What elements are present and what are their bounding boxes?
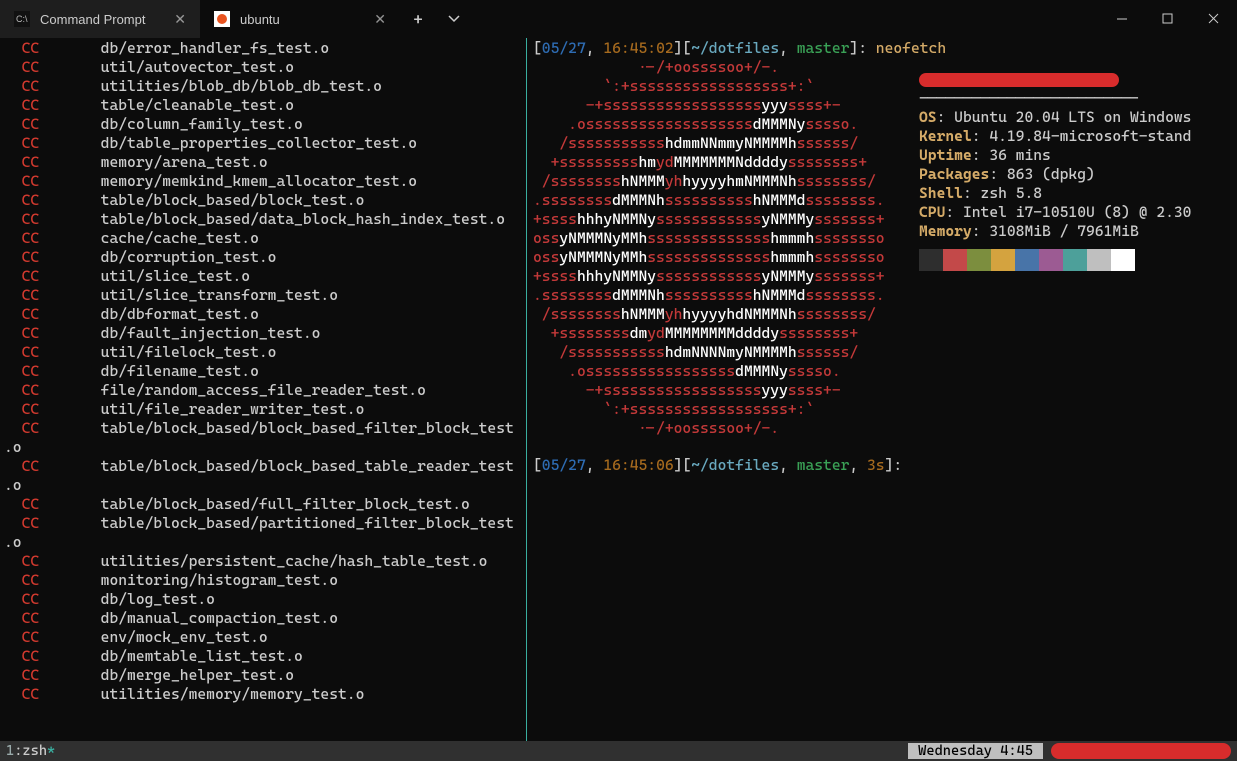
build-line: CC table/block_based/block_test.o <box>4 191 522 210</box>
build-line: CC db/table_properties_collector_test.o <box>4 134 522 153</box>
minimize-button[interactable] <box>1099 0 1145 38</box>
build-line: CC util/autovector_test.o <box>4 58 522 77</box>
build-line: CC env/mock_env_test.o <box>4 628 522 647</box>
tab-ubuntu[interactable]: ubuntu ✕ <box>200 0 400 38</box>
build-line: .o <box>4 533 522 552</box>
ubuntu-ascii-logo: .-/+oossssoo+/-. `:+ssssssssssssssssss+:… <box>533 58 885 438</box>
build-line: CC util/slice_test.o <box>4 267 522 286</box>
ubuntu-icon <box>214 11 230 27</box>
close-button[interactable] <box>1191 0 1237 38</box>
tab-label: Command Prompt <box>40 12 145 27</box>
tab-command-prompt[interactable]: C:\ Command Prompt ✕ <box>0 0 200 38</box>
sb-window-index: 1 <box>6 743 14 759</box>
close-icon[interactable]: ✕ <box>174 11 186 28</box>
build-line: CC monitoring/histogram_test.o <box>4 571 522 590</box>
sb-active-marker: * <box>47 743 55 759</box>
build-line: CC utilities/memory/memory_test.o <box>4 685 522 704</box>
build-line: CC table/block_based/block_based_table_r… <box>4 457 522 476</box>
build-line: CC memory/memkind_kmem_allocator_test.o <box>4 172 522 191</box>
build-line: CC db/merge_helper_test.o <box>4 666 522 685</box>
build-line: CC table/block_based/partitioned_filter_… <box>4 514 522 533</box>
titlebar: C:\ Command Prompt ✕ ubuntu ✕ + <box>0 0 1237 38</box>
build-line: CC table/cleanable_test.o <box>4 96 522 115</box>
close-icon[interactable]: ✕ <box>374 11 386 28</box>
build-line: CC utilities/blob_db/blob_db_test.o <box>4 77 522 96</box>
build-line: CC util/file_reader_writer_test.o <box>4 400 522 419</box>
build-line: CC db/error_handler_fs_test.o <box>4 39 522 58</box>
build-line: CC db/column_family_test.o <box>4 115 522 134</box>
sb-datetime: Wednesday 4:45 <box>908 743 1043 759</box>
redacted-user <box>919 73 1119 87</box>
maximize-button[interactable] <box>1145 0 1191 38</box>
build-line: .o <box>4 476 522 495</box>
neofetch-user <box>919 70 1191 89</box>
prompt-line-2: [05/27, 16:45:06][~/dotfiles, master, 3s… <box>533 456 902 475</box>
build-line: CC table/block_based/full_filter_block_t… <box>4 495 522 514</box>
build-line: CC table/block_based/block_based_filter_… <box>4 419 522 438</box>
redacted-host <box>1051 743 1231 759</box>
build-line: CC db/memtable_list_test.o <box>4 647 522 666</box>
cmd-icon: C:\ <box>14 11 30 27</box>
window-controls <box>1099 0 1237 38</box>
left-pane[interactable]: CC db/error_handler_fs_test.o CC util/au… <box>0 38 527 741</box>
neofetch-dashes: ------------------------- <box>919 89 1191 108</box>
color-palette <box>919 249 1191 271</box>
build-line: .o <box>4 438 522 457</box>
neofetch-info: ------------------------- OS: Ubuntu 20.… <box>919 70 1191 271</box>
build-line: CC table/block_based/data_block_hash_ind… <box>4 210 522 229</box>
new-tab-button[interactable]: + <box>400 0 436 38</box>
build-line: CC db/dbformat_test.o <box>4 305 522 324</box>
build-line: CC util/slice_transform_test.o <box>4 286 522 305</box>
build-line: CC db/fault_injection_test.o <box>4 324 522 343</box>
prompt-line-1: [05/27, 16:45:02][~/dotfiles, master]: n… <box>533 39 1233 58</box>
build-line: CC db/filename_test.o <box>4 362 522 381</box>
build-line: CC db/manual_compaction_test.o <box>4 609 522 628</box>
build-line: CC memory/arena_test.o <box>4 153 522 172</box>
tab-label: ubuntu <box>240 12 280 27</box>
build-line: CC cache/cache_test.o <box>4 229 522 248</box>
tmux-statusbar: 1:zsh* Wednesday 4:45 <box>0 741 1237 761</box>
svg-text:C:\: C:\ <box>16 14 28 24</box>
tab-dropdown-button[interactable] <box>436 0 472 38</box>
build-line: CC db/log_test.o <box>4 590 522 609</box>
right-pane[interactable]: [05/27, 16:45:02][~/dotfiles, master]: n… <box>527 38 1237 741</box>
build-line: CC db/corruption_test.o <box>4 248 522 267</box>
build-line: CC util/filelock_test.o <box>4 343 522 362</box>
build-line: CC file/random_access_file_reader_test.o <box>4 381 522 400</box>
sb-process: zsh <box>22 743 47 759</box>
build-line: CC utilities/persistent_cache/hash_table… <box>4 552 522 571</box>
